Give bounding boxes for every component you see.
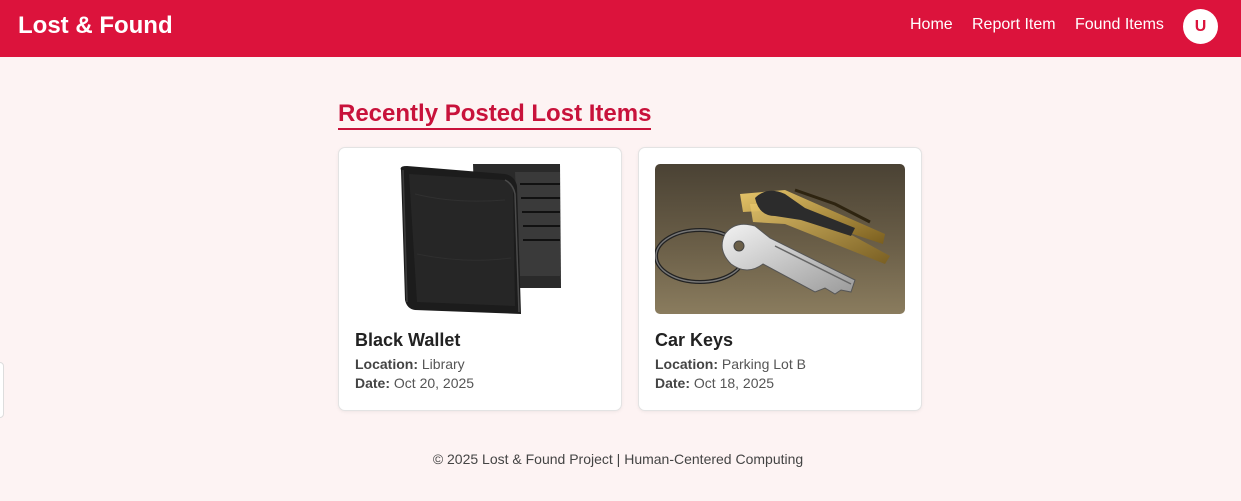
item-title: Car Keys [655,330,734,350]
item-date: Date: Oct 18, 2025 [655,375,774,391]
item-location: Location: Parking Lot B [655,356,806,372]
page-footer: © 2025 Lost & Found Project | Human-Cent… [432,451,804,467]
car-keys-image [655,164,905,314]
item-title: Black Wallet [355,330,461,350]
section-title: Recently Posted Lost Items [338,100,652,130]
location-label: Location: [655,356,718,372]
nav-found-items-link[interactable]: Found Items [1075,16,1164,34]
nav-home-link[interactable]: Home [910,16,953,34]
date-value: Oct 18, 2025 [693,375,775,391]
location-label: Location: [355,356,418,372]
side-edge-tab[interactable] [0,362,4,418]
nav-report-item-link[interactable]: Report Item [972,16,1056,34]
date-value: Oct 20, 2025 [393,375,475,391]
item-date: Date: Oct 20, 2025 [355,375,474,391]
keys-illustration [655,164,905,314]
brand-logo[interactable]: Lost & Found [18,12,173,40]
location-value: Parking Lot B [721,356,806,372]
date-label: Date: [655,375,691,391]
user-avatar[interactable]: U [1183,9,1218,44]
wallet-illustration [355,164,605,314]
top-navbar: Lost & Found Home Report Item Found Item… [0,0,1241,57]
wallet-image [355,164,605,314]
location-value: Library [421,356,465,372]
item-location: Location: Library [355,356,465,372]
item-card-black-wallet[interactable]: Black Wallet Location: Library Date: Oct… [338,147,622,411]
date-label: Date: [355,375,391,391]
item-card-car-keys[interactable]: Car Keys Location: Parking Lot B Date: O… [638,147,922,411]
